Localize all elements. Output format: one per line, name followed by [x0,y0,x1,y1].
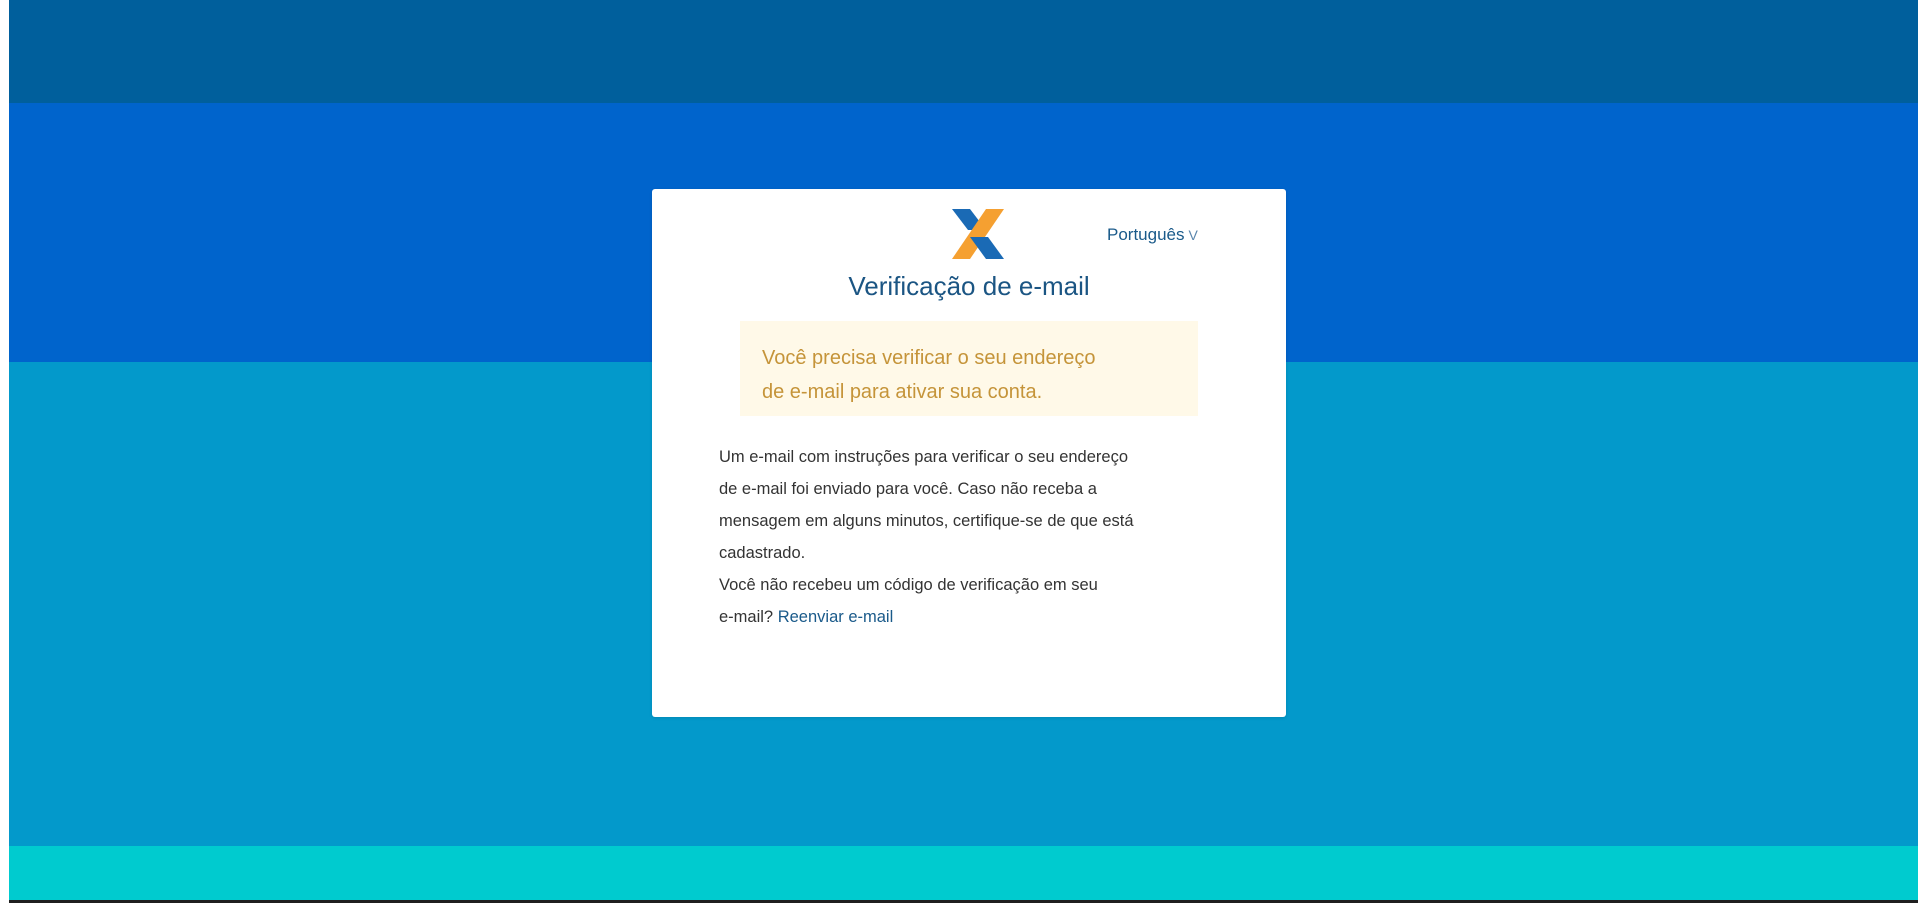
chevron-down-icon: V [1188,227,1198,243]
left-edge [0,0,9,903]
language-selector[interactable]: Português V [1107,225,1198,245]
resend-email-link[interactable]: Reenviar e-mail [778,608,894,626]
instructions-line: e-mail? Reenviar e-mail [719,601,1239,633]
top-band [9,0,1918,103]
page-title: Verificação de e-mail [848,271,1090,301]
instructions-line: Um e-mail com instruções para verificar … [719,448,1128,466]
verification-card: Português V Verificação de e-mail Você pr… [652,189,1286,717]
instructions-text: Um e-mail com instruções para verificar … [719,441,1239,633]
language-label: Português [1107,225,1185,244]
caixa-x-logo-icon [950,209,1006,259]
warning-alert: Você precisa verificar o seu endereço de… [740,321,1198,416]
resend-prompt: e-mail? [719,608,774,626]
instructions-line: cadastrado. [719,544,806,562]
instructions-line: Você não recebeu um código de verificaçã… [719,576,1098,594]
page: Português V Verificação de e-mail Você pr… [0,0,1918,903]
alert-line: Você precisa verificar o seu endereço [762,347,1096,369]
alert-line: de e-mail para ativar sua conta. [762,381,1043,403]
cyan-band [9,846,1918,900]
instructions-line: de e-mail foi enviado para você. Caso nã… [719,480,1097,498]
instructions-line: mensagem em alguns minutos, certifique-s… [719,512,1134,530]
